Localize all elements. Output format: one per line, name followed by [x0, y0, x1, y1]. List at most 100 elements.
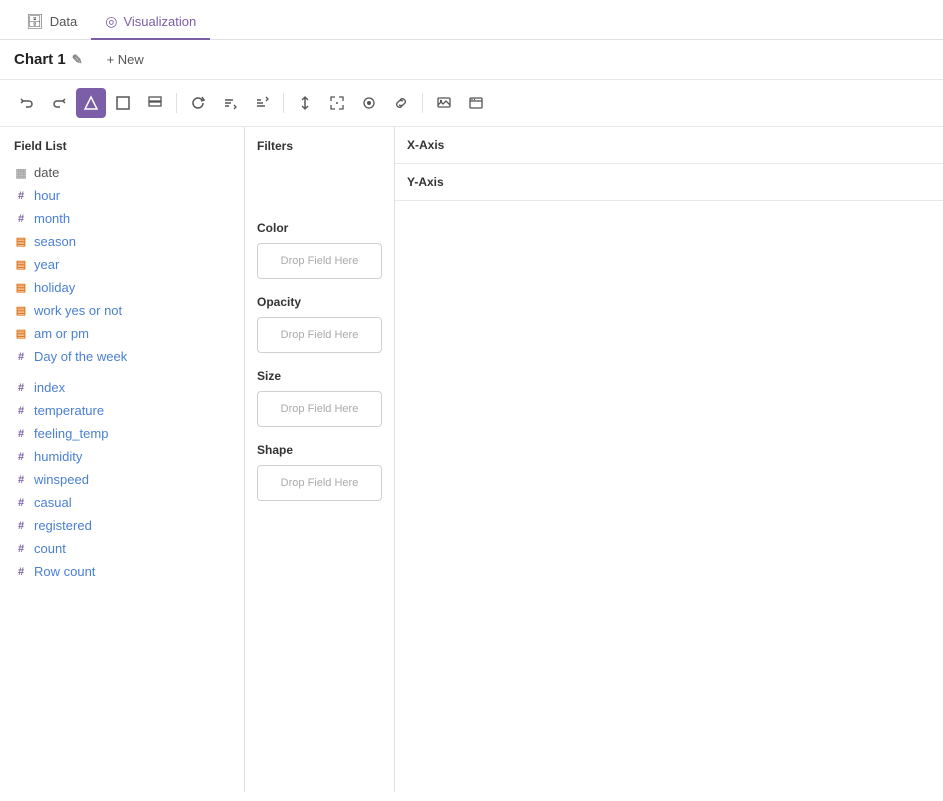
index-type-icon: # [14, 382, 28, 394]
opacity-drop-zone[interactable]: Drop Field Here [257, 317, 382, 353]
embed-button[interactable] [461, 88, 491, 118]
humidity-type-icon: # [14, 451, 28, 463]
refresh-icon [191, 96, 205, 110]
edit-chart-title-icon[interactable]: ✎ [72, 52, 83, 68]
link-icon [394, 96, 408, 110]
field-date-label: date [34, 165, 59, 180]
field-item-count[interactable]: # count [0, 537, 244, 560]
field-item-index[interactable]: # index [0, 376, 244, 399]
redo-button[interactable] [44, 88, 74, 118]
field-hour-label: hour [34, 188, 60, 203]
x-axis-drop-zone[interactable] [475, 127, 943, 163]
chart-title-text: Chart 1 [14, 51, 66, 68]
chart-canvas-area [395, 201, 943, 792]
tab-data-label: Data [50, 14, 77, 29]
fit-button[interactable] [322, 88, 352, 118]
field-registered-label: registered [34, 518, 92, 533]
sort-desc-icon [255, 96, 269, 110]
image-settings-icon [437, 96, 451, 110]
visualization-tab-icon: ◎ [105, 13, 117, 30]
field-item-registered[interactable]: # registered [0, 514, 244, 537]
chart-type-icon [83, 95, 99, 111]
count-type-icon: # [14, 543, 28, 555]
field-season-label: season [34, 234, 76, 249]
field-item-winspeed[interactable]: # winspeed [0, 468, 244, 491]
select-button[interactable] [354, 88, 384, 118]
field-item-date[interactable]: ▦ date [0, 161, 244, 184]
arrange-button[interactable] [290, 88, 320, 118]
toolbar-separator-1 [176, 93, 177, 113]
opacity-section-title: Opacity [257, 295, 382, 309]
sort-asc-button[interactable] [215, 88, 245, 118]
toolbar [0, 80, 943, 127]
winspeed-type-icon: # [14, 474, 28, 486]
filter-icon [116, 96, 130, 110]
ftemp-type-icon: # [14, 428, 28, 440]
select-icon [362, 96, 376, 110]
field-work-label: work yes or not [34, 303, 122, 318]
work-type-icon: ▤ [14, 304, 28, 317]
field-list-title: Field List [0, 139, 244, 161]
field-item-holiday[interactable]: ▤ holiday [0, 276, 244, 299]
field-item-row-count[interactable]: # Row count [0, 560, 244, 583]
y-axis-drop-zone[interactable] [475, 164, 943, 200]
field-item-temperature[interactable]: # temperature [0, 399, 244, 422]
hour-type-icon: # [14, 190, 28, 202]
sort-desc-button[interactable] [247, 88, 277, 118]
tab-visualization[interactable]: ◎ Visualization [91, 5, 210, 40]
x-axis-label: X-Axis [395, 130, 475, 160]
field-item-am-pm[interactable]: ▤ am or pm [0, 322, 244, 345]
image-settings-button[interactable] [429, 88, 459, 118]
field-humidity-label: humidity [34, 449, 82, 464]
ampm-type-icon: ▤ [14, 327, 28, 340]
temp-type-icon: # [14, 405, 28, 417]
field-item-humidity[interactable]: # humidity [0, 445, 244, 468]
filter-button[interactable] [108, 88, 138, 118]
link-button[interactable] [386, 88, 416, 118]
field-item-casual[interactable]: # casual [0, 491, 244, 514]
month-type-icon: # [14, 213, 28, 225]
toolbar-separator-2 [283, 93, 284, 113]
field-index-label: index [34, 380, 65, 395]
field-item-day-of-week[interactable]: # Day of the week [0, 345, 244, 368]
field-count-label: count [34, 541, 66, 556]
date-type-icon: ▦ [14, 166, 28, 180]
undo-button[interactable] [12, 88, 42, 118]
shape-drop-text: Drop Field Here [281, 477, 359, 489]
field-holiday-label: holiday [34, 280, 75, 295]
opacity-drop-text: Drop Field Here [281, 329, 359, 341]
year-type-icon: ▤ [14, 258, 28, 271]
dow-type-icon: # [14, 351, 28, 363]
arrange-icon [298, 96, 312, 110]
color-drop-zone[interactable]: Drop Field Here [257, 243, 382, 279]
field-item-month[interactable]: # month [0, 207, 244, 230]
field-casual-label: casual [34, 495, 72, 510]
field-item-hour[interactable]: # hour [0, 184, 244, 207]
filters-title: Filters [257, 139, 382, 153]
tab-data[interactable]: 🗄 Data [12, 5, 91, 40]
chart-type-button[interactable] [76, 88, 106, 118]
field-item-feeling-temp[interactable]: # feeling_temp [0, 422, 244, 445]
refresh-button[interactable] [183, 88, 213, 118]
main-content: Field List ▦ date # hour # month ▤ seaso… [0, 127, 943, 792]
field-item-work[interactable]: ▤ work yes or not [0, 299, 244, 322]
shape-drop-zone[interactable]: Drop Field Here [257, 465, 382, 501]
new-chart-button[interactable]: + New [99, 50, 152, 69]
field-dow-label: Day of the week [34, 349, 127, 364]
field-ampm-label: am or pm [34, 326, 89, 341]
embed-icon [469, 96, 483, 110]
chart-config-panel: X-Axis Y-Axis [395, 127, 943, 792]
holiday-type-icon: ▤ [14, 281, 28, 294]
field-item-season[interactable]: ▤ season [0, 230, 244, 253]
field-item-year[interactable]: ▤ year [0, 253, 244, 276]
data-tab-icon: 🗄 [26, 13, 44, 30]
field-temperature-label: temperature [34, 403, 104, 418]
size-drop-zone[interactable]: Drop Field Here [257, 391, 382, 427]
layers-icon [147, 95, 163, 111]
sort-asc-icon [223, 96, 237, 110]
layers-button[interactable] [140, 88, 170, 118]
tab-visualization-label: Visualization [123, 14, 196, 29]
field-list-panel: Field List ▦ date # hour # month ▤ seaso… [0, 127, 245, 792]
rowcount-type-icon: # [14, 566, 28, 578]
field-feeling-temp-label: feeling_temp [34, 426, 108, 441]
